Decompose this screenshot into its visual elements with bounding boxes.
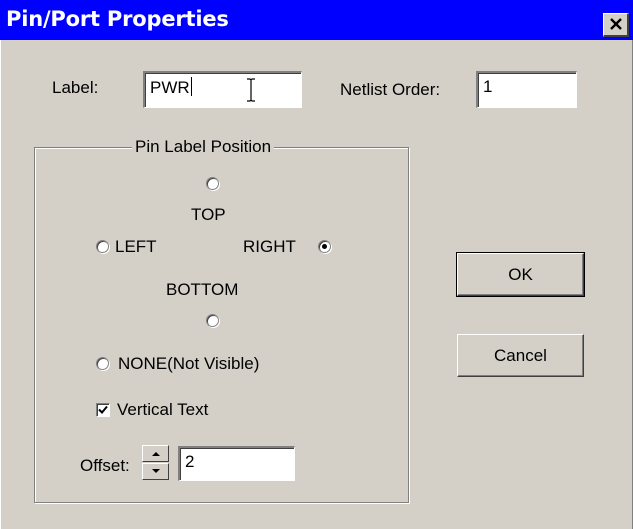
dialog-left-edge [0, 40, 1, 529]
text-cursor-icon [247, 78, 255, 102]
radio-right[interactable] [318, 240, 331, 253]
radio-bottom[interactable] [206, 314, 219, 327]
label-field-caption: Label: [52, 78, 99, 97]
radio-bottom-label: BOTTOM [166, 280, 239, 299]
netlist-order-caption: Netlist Order: [340, 80, 441, 99]
netlist-order-value: 1 [483, 77, 493, 96]
pin-port-properties-dialog: Pin/Port Properties Label: PWR Netlist O… [0, 0, 633, 529]
label-input-value: PWR [150, 78, 190, 97]
offset-value: 2 [185, 452, 195, 471]
spin-up-arrow-icon [152, 452, 160, 456]
checkmark-icon [98, 405, 108, 414]
spin-down-button[interactable] [142, 463, 169, 480]
radio-left[interactable] [96, 240, 109, 253]
ok-button[interactable]: OK [456, 252, 585, 297]
ok-button-label: OK [508, 265, 533, 284]
vertical-text-label: Vertical Text [117, 400, 209, 419]
pin-label-position-title: Pin Label Position [132, 137, 275, 157]
spin-up-button[interactable] [142, 445, 169, 462]
offset-input[interactable]: 2 [178, 446, 295, 481]
vertical-text-checkbox[interactable] [96, 403, 110, 417]
radio-left-label: LEFT [115, 237, 157, 256]
dialog-title: Pin/Port Properties [6, 7, 229, 31]
cancel-button[interactable]: Cancel [457, 334, 584, 377]
radio-none-label: NONE(Not Visible) [118, 354, 260, 373]
cancel-button-label: Cancel [494, 346, 547, 365]
label-input[interactable]: PWR [143, 71, 302, 108]
netlist-order-input[interactable]: 1 [476, 71, 577, 108]
radio-top-label: TOP [191, 205, 226, 224]
text-caret [190, 77, 192, 96]
spin-down-arrow-icon [152, 469, 160, 473]
offset-caption: Offset: [80, 456, 130, 475]
radio-none[interactable] [96, 357, 109, 370]
radio-selected-dot [322, 244, 327, 249]
radio-right-label: RIGHT [243, 237, 296, 256]
offset-spinner[interactable] [142, 445, 169, 480]
title-bar[interactable]: Pin/Port Properties [0, 0, 633, 40]
close-icon [610, 18, 622, 30]
radio-top[interactable] [206, 177, 219, 190]
close-button[interactable] [603, 13, 629, 37]
